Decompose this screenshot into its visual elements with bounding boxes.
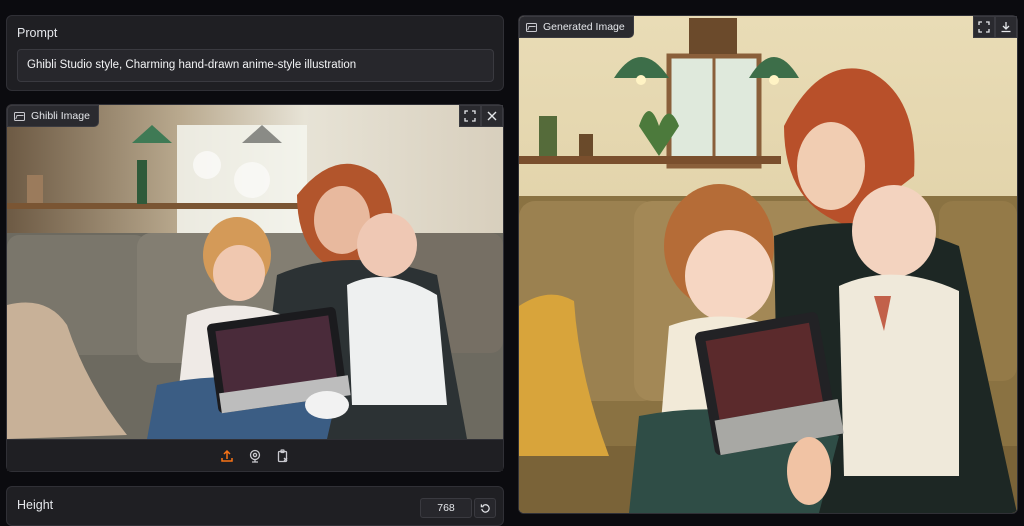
input-photo[interactable] xyxy=(7,105,503,439)
image-icon xyxy=(526,22,537,32)
close-icon xyxy=(487,111,497,121)
output-image-panel: Generated Image xyxy=(518,15,1018,514)
close-button[interactable] xyxy=(481,105,503,127)
prompt-panel: Prompt Ghibli Studio style, Charming han… xyxy=(6,15,504,91)
download-icon xyxy=(1001,22,1011,33)
fullscreen-button[interactable] xyxy=(459,105,481,127)
reset-icon xyxy=(480,503,490,513)
image-source-toolbar xyxy=(7,439,503,471)
upload-button[interactable] xyxy=(218,447,236,465)
fullscreen-icon xyxy=(464,110,476,122)
input-image-label: Ghibli Image xyxy=(31,110,90,122)
upload-icon xyxy=(221,449,233,462)
output-image-tag: Generated Image xyxy=(519,16,634,38)
clipboard-button[interactable] xyxy=(274,447,292,465)
fullscreen-icon xyxy=(978,21,990,33)
clipboard-icon xyxy=(277,448,288,462)
height-input[interactable]: 768 xyxy=(420,498,472,518)
height-label: Height xyxy=(17,498,54,512)
height-panel: Height 768 xyxy=(6,486,504,526)
fullscreen-button[interactable] xyxy=(973,16,995,38)
download-button[interactable] xyxy=(995,16,1017,38)
image-icon xyxy=(14,111,25,121)
input-image-tag: Ghibli Image xyxy=(7,105,99,127)
prompt-label: Prompt xyxy=(17,26,58,40)
generated-photo xyxy=(519,16,1017,513)
prompt-input[interactable]: Ghibli Studio style, Charming hand-drawn… xyxy=(17,49,494,82)
input-image-panel: Ghibli Image xyxy=(6,104,504,472)
output-image-label: Generated Image xyxy=(543,21,625,33)
webcam-button[interactable] xyxy=(246,447,264,465)
height-reset-button[interactable] xyxy=(474,498,496,518)
webcam-icon xyxy=(249,449,261,463)
